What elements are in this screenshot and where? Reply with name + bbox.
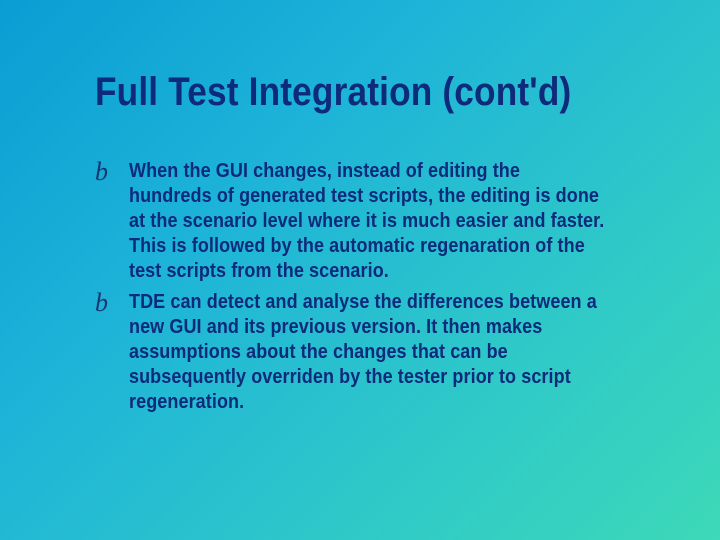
slide-title: Full Test Integration (cont'd) — [95, 70, 592, 115]
bullet-icon: b — [95, 159, 129, 185]
list-item: b When the GUI changes, instead of editi… — [95, 159, 660, 284]
bullet-text: TDE can detect and analyse the differenc… — [129, 290, 607, 415]
list-item: b TDE can detect and analyse the differe… — [95, 290, 660, 415]
slide: Full Test Integration (cont'd) b When th… — [0, 0, 720, 481]
bullet-text: When the GUI changes, instead of editing… — [129, 159, 607, 284]
bullet-list: b When the GUI changes, instead of editi… — [95, 159, 660, 415]
bullet-icon: b — [95, 290, 129, 316]
